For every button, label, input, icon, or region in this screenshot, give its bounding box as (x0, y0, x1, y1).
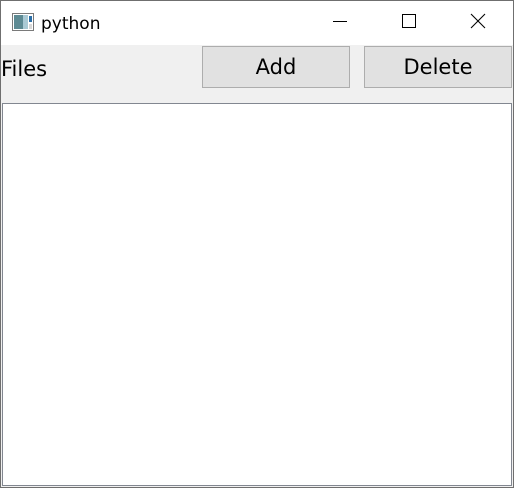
add-button[interactable]: Add (202, 46, 350, 88)
files-label: Files (1, 57, 48, 81)
delete-button[interactable]: Delete (364, 46, 512, 88)
maximize-button[interactable] (374, 1, 443, 45)
close-button[interactable] (443, 1, 512, 45)
minimize-icon (332, 13, 348, 33)
app-window: python Files Add Delete (0, 0, 514, 488)
maximize-icon (401, 13, 417, 33)
close-icon (470, 13, 486, 33)
minimize-button[interactable] (305, 1, 374, 45)
title-bar[interactable]: python (1, 1, 513, 45)
python-app-icon (12, 13, 34, 31)
window-title: python (41, 14, 101, 34)
files-listbox[interactable] (2, 103, 512, 486)
